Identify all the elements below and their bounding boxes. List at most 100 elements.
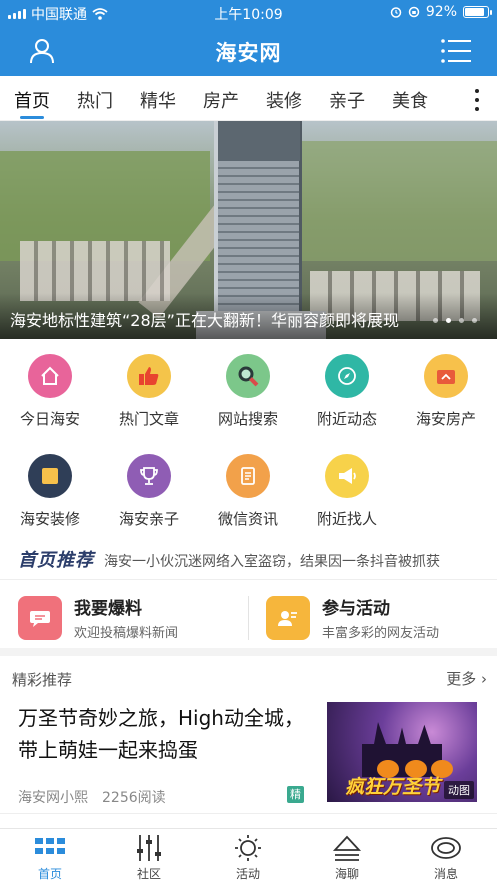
house-card-icon xyxy=(424,354,468,398)
sliders-icon xyxy=(132,833,166,863)
grid-item-parenting[interactable]: 海安亲子 xyxy=(99,454,199,529)
grid-item-real-estate[interactable]: 海安房产 xyxy=(396,354,496,429)
chat-bubble-icon xyxy=(18,596,62,640)
grid-label: 今日海安 xyxy=(19,410,80,428)
recommend-header: 精彩推荐 更多 › xyxy=(0,664,497,694)
article-meta: 海安网小熙 2256阅读 xyxy=(18,787,166,807)
submit-news-button[interactable]: 我要爆料 欢迎投稿爆料新闻 xyxy=(18,594,238,644)
banner-carousel[interactable]: 海安地标性建筑“28层”正在大翻新！华丽容颜即将展现 xyxy=(0,121,497,339)
tabbar-label: 消息 xyxy=(433,867,458,881)
megaphone-icon xyxy=(325,454,369,498)
app-header: 海安网 xyxy=(0,26,497,76)
ticker-text[interactable]: 海安一小伙沉迷网络入室盗窃，结果因一条抖音被抓获 xyxy=(104,551,484,571)
grid-label: 附近找人 xyxy=(316,510,377,528)
grid-label: 网站搜索 xyxy=(217,410,278,428)
action-title: 参与活动 xyxy=(322,599,390,619)
grid-item-hot-articles[interactable]: 热门文章 xyxy=(99,354,199,429)
tab-featured[interactable]: 精华 xyxy=(140,87,176,113)
document-icon xyxy=(226,454,270,498)
join-activity-button[interactable]: 参与活动 丰富多彩的网友活动 xyxy=(266,594,486,644)
action-subtitle: 欢迎投稿爆料新闻 xyxy=(74,626,179,641)
grid-label: 微信资讯 xyxy=(217,510,278,528)
banner-image-houses xyxy=(20,241,170,301)
app-title: 海安网 xyxy=(215,41,282,65)
tab-parenting[interactable]: 亲子 xyxy=(329,87,365,113)
more-link[interactable]: 更多 › xyxy=(446,668,487,689)
action-cards: 我要爆料 欢迎投稿爆料新闻 参与活动 丰富多彩的网友活动 xyxy=(0,584,497,656)
trophy-icon xyxy=(127,454,171,498)
divider xyxy=(248,596,249,640)
tab-decoration[interactable]: 装修 xyxy=(266,87,302,113)
grid-label: 海安亲子 xyxy=(118,510,179,528)
battery-percent: 92% xyxy=(425,4,457,20)
action-title: 我要爆料 xyxy=(74,599,142,619)
channel-tabs: 首页 热门 精华 房产 装修 亲子 美食 xyxy=(0,76,497,121)
pagination-dot[interactable] xyxy=(459,318,464,323)
grid-item-nearby-updates[interactable]: 附近动态 xyxy=(297,354,397,429)
banner-pagination[interactable] xyxy=(433,318,477,323)
article-thumbnail[interactable]: 疯狂万圣节 动图 xyxy=(327,702,477,802)
message-icon xyxy=(429,833,463,863)
chevron-right-icon: › xyxy=(481,670,487,688)
thumbnail-text: 疯狂万圣节 xyxy=(345,776,441,798)
status-right: 92% xyxy=(390,4,492,20)
bottom-tab-bar: 首页 社区 活动 海聊 消息 xyxy=(0,828,497,883)
ticker-tag: 首页推荐 xyxy=(18,550,94,571)
status-bar: 中国联通 上午10:09 92% xyxy=(0,0,497,24)
article-card[interactable]: 万圣节奇妙之旅，High动全城，带上萌娃一起来捣蛋 海安网小熙 2256阅读 精… xyxy=(0,694,497,814)
grid-item-find-people[interactable]: 附近找人 xyxy=(297,454,397,529)
home-icon xyxy=(28,354,72,398)
battery-icon xyxy=(463,6,492,18)
grid-item-site-search[interactable]: 网站搜索 xyxy=(198,354,298,429)
section-title: 精彩推荐 xyxy=(12,671,73,689)
active-tab-indicator xyxy=(20,116,44,119)
tabbar-label: 首页 xyxy=(37,867,62,881)
tabbar-chat[interactable]: 海聊 xyxy=(307,833,387,882)
eject-icon xyxy=(330,833,364,863)
menu-icon[interactable] xyxy=(441,38,471,64)
tab-real-estate[interactable]: 房产 xyxy=(203,87,239,113)
featured-badge: 精 xyxy=(287,786,304,803)
home-grid-icon xyxy=(33,833,67,863)
gif-label: 动图 xyxy=(444,781,474,799)
rotation-lock-icon xyxy=(408,6,420,18)
tabbar-label: 海聊 xyxy=(334,867,359,881)
thumbs-up-icon xyxy=(127,354,171,398)
alarm-icon xyxy=(390,7,402,18)
pagination-dot[interactable] xyxy=(433,318,438,323)
action-subtitle: 丰富多彩的网友活动 xyxy=(322,626,440,641)
pagination-dot[interactable] xyxy=(472,318,477,323)
tabbar-messages[interactable]: 消息 xyxy=(406,833,486,882)
box-icon xyxy=(28,454,72,498)
tab-hot[interactable]: 热门 xyxy=(77,87,113,113)
article-title[interactable]: 万圣节奇妙之旅，High动全城，带上萌娃一起来捣蛋 xyxy=(18,702,308,766)
grid-item-today[interactable]: 今日海安 xyxy=(0,354,100,429)
banner-image-tower-top xyxy=(218,121,300,161)
tab-home[interactable]: 首页 xyxy=(14,87,50,113)
grid-label: 海安房产 xyxy=(415,410,476,428)
grid-label: 附近动态 xyxy=(316,410,377,428)
grid-item-decoration[interactable]: 海安装修 xyxy=(0,454,100,529)
tab-food[interactable]: 美食 xyxy=(392,87,428,113)
article-reads: 2256阅读 xyxy=(102,790,166,806)
tabbar-label: 活动 xyxy=(235,867,260,881)
grid-label: 海安装修 xyxy=(19,510,80,528)
banner-image-field xyxy=(300,141,497,261)
tabbar-home[interactable]: 首页 xyxy=(10,833,90,882)
top-bar: 中国联通 上午10:09 92% 海安网 xyxy=(0,0,497,76)
banner-caption: 海安地标性建筑“28层”正在大翻新！华丽容颜即将展现 xyxy=(10,311,399,330)
grid-label: 热门文章 xyxy=(118,410,179,428)
tabbar-label: 社区 xyxy=(136,867,161,881)
compass-icon xyxy=(325,354,369,398)
user-card-icon xyxy=(266,596,310,640)
pagination-dot[interactable] xyxy=(446,318,451,323)
headline-ticker[interactable]: 首页推荐 海安一小伙沉迷网络入室盗窃，结果因一条抖音被抓获 xyxy=(0,540,497,580)
tabbar-activities[interactable]: 活动 xyxy=(208,833,288,882)
article-author: 海安网小熙 xyxy=(18,790,88,806)
more-tabs-icon[interactable] xyxy=(473,89,481,111)
grid-item-wechat-news[interactable]: 微信资讯 xyxy=(198,454,298,529)
castle-illustration xyxy=(362,722,442,777)
search-icon xyxy=(226,354,270,398)
tabbar-community[interactable]: 社区 xyxy=(109,833,189,882)
more-label: 更多 xyxy=(446,670,477,688)
